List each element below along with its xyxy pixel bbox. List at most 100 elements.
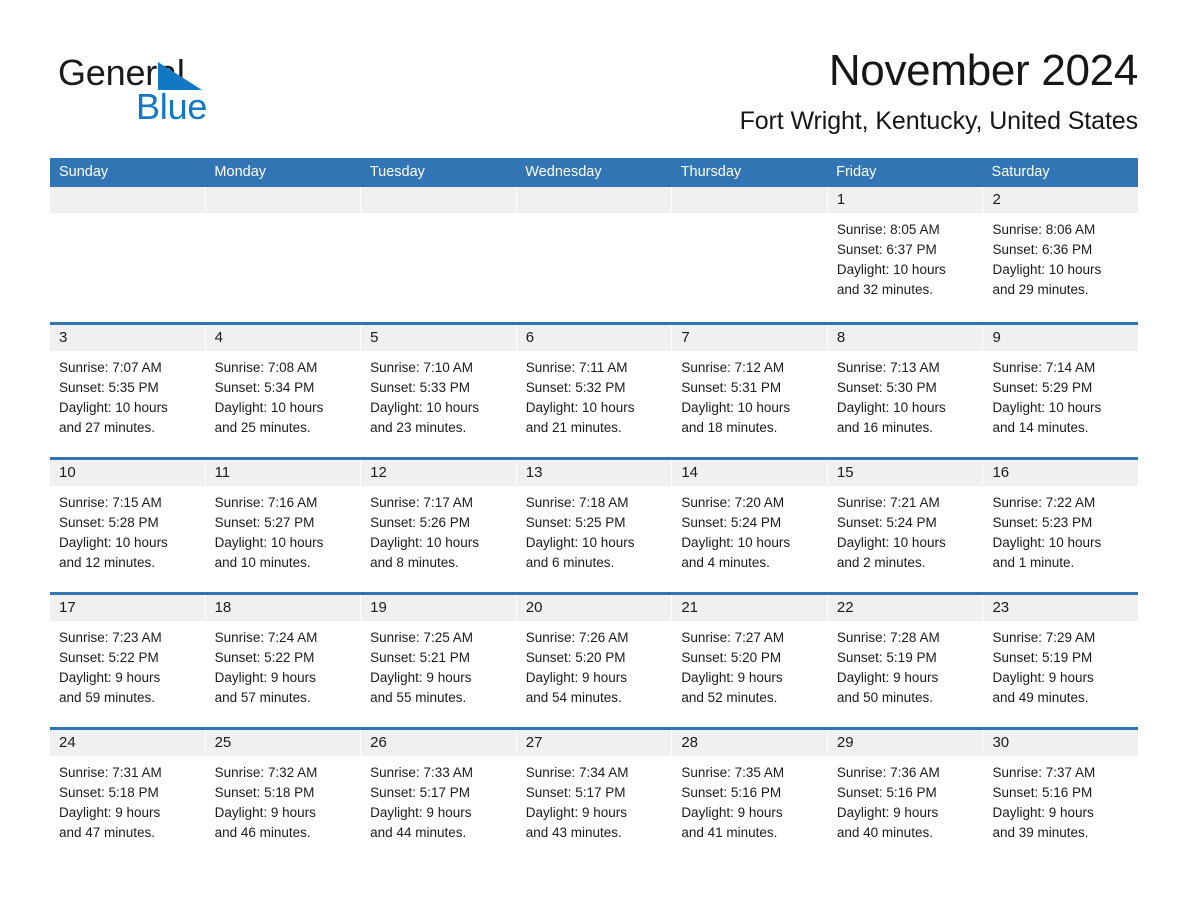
calendar-day-cell[interactable]: 24 Sunrise: 7:31 AM Sunset: 5:18 PM Dayligh… [50,730,206,862]
calendar-day-cell[interactable]: 15 Sunrise: 7:21 AM Sunset: 5:24 PM Dayligh… [827,460,984,592]
calendar-day-cell[interactable]: 20 Sunrise: 7:26 AM Sunset: 5:20 PM Dayligh… [516,595,673,727]
weekday-header-row: Sunday Monday Tuesday Wednesday Thursday… [50,158,1138,187]
weekday-header-monday: Monday [214,164,267,180]
sunrise-text: Sunrise: 7:13 AM [836,360,940,375]
calendar-day-cell[interactable]: 14 Sunrise: 7:20 AM Sunset: 5:24 PM Dayligh… [672,460,828,592]
calendar-week-row: 17 Sunrise: 7:23 AM Sunset: 5:22 PM Dayligh… [50,592,1139,727]
day-details: Sunrise: 7:21 AM Sunset: 5:24 PM Daylight:… [828,486,983,573]
calendar-day-cell[interactable]: 5 Sunrise: 7:10 AM Sunset: 5:33 PM Daylight… [361,325,517,457]
day-number: 28 [672,730,827,756]
calendar-day-cell[interactable]: 10 Sunrise: 7:15 AM Sunset: 5:28 PM Dayligh… [50,460,206,592]
sunrise-text: Sunrise: 7:22 AM [992,495,1096,510]
day-details: Sunrise: 7:33 AM Sunset: 5:17 PM Daylight:… [361,756,516,843]
calendar-day-cell[interactable]: 18 Sunrise: 7:24 AM Sunset: 5:22 PM Dayligh… [205,595,362,727]
calendar-day-cell[interactable]: 17 Sunrise: 7:23 AM Sunset: 5:22 PM Dayligh… [50,595,206,727]
sunset-text: Sunset: 5:16 PM [836,785,937,800]
daylight-text-line2: and 16 minutes. [836,420,933,435]
sunrise-text: Sunrise: 7:32 AM [214,765,318,780]
day-details: Sunrise: 7:18 AM Sunset: 5:25 PM Daylight:… [517,486,672,573]
calendar-day-cell[interactable]: 22 Sunrise: 7:28 AM Sunset: 5:19 PM Dayligh… [827,595,984,727]
daylight-text-line1: Daylight: 9 hours [992,670,1094,685]
day-details: Sunrise: 7:11 AM Sunset: 5:32 PM Daylight:… [517,351,672,438]
calendar-day-cell[interactable]: 4 Sunrise: 7:08 AM Sunset: 5:34 PM Daylight… [205,325,362,457]
calendar-day-cell[interactable]: 29 Sunrise: 7:36 AM Sunset: 5:16 PM Dayligh… [827,730,984,862]
sunrise-text: Sunrise: 7:12 AM [681,360,785,375]
sunrise-text: Sunrise: 7:35 AM [681,765,785,780]
daylight-text-line1: Daylight: 9 hours [681,670,783,685]
sunset-text: Sunset: 5:35 PM [59,380,159,395]
daylight-text-line2: and 50 minutes. [836,690,933,705]
daylight-text-line2: and 4 minutes. [681,555,770,570]
day-number [516,187,672,213]
daylight-text-line2: and 23 minutes. [370,420,467,435]
daylight-text-line2: and 14 minutes. [992,420,1089,435]
day-number: 1 [827,187,983,213]
daylight-text-line1: Daylight: 10 hours [992,535,1102,550]
day-number: 8 [827,325,983,351]
calendar-day-cell[interactable]: 13 Sunrise: 7:18 AM Sunset: 5:25 PM Dayligh… [516,460,673,592]
title-block: November 2024 Fort Wright, Kentucky, Uni… [438,44,1139,138]
daylight-text-line1: Daylight: 10 hours [992,400,1102,415]
day-number: 29 [827,730,983,756]
day-details: Sunrise: 7:26 AM Sunset: 5:20 PM Daylight:… [517,621,672,708]
daylight-text-line2: and 40 minutes. [836,825,933,840]
daylight-text-line1: Daylight: 10 hours [992,262,1102,277]
calendar-day-cell[interactable]: 30 Sunrise: 7:37 AM Sunset: 5:16 PM Dayligh… [983,730,1139,862]
calendar-day-cell[interactable]: 28 Sunrise: 7:35 AM Sunset: 5:16 PM Dayligh… [672,730,828,862]
calendar-day-cell[interactable]: 2 Sunrise: 8:06 AM Sunset: 6:36 PM Daylight… [983,187,1139,322]
calendar-grid: Sunday Monday Tuesday Wednesday Thursday… [50,158,1139,862]
weekday-header-saturday: Saturday [991,164,1050,180]
daylight-text-line2: and 49 minutes. [992,690,1089,705]
sunrise-text: Sunrise: 7:27 AM [681,630,785,645]
sunset-text: Sunset: 5:16 PM [992,785,1093,800]
sunset-text: Sunset: 5:17 PM [525,785,626,800]
sunrise-text: Sunrise: 7:26 AM [525,630,629,645]
sunset-text: Sunset: 5:19 PM [992,650,1093,665]
daylight-text-line1: Daylight: 9 hours [836,805,939,820]
day-number: 9 [983,325,1139,351]
calendar-day-cell[interactable]: 6 Sunrise: 7:11 AM Sunset: 5:32 PM Daylight… [516,325,673,457]
page-header: General Blue November 2024 Fort Wright, … [50,44,1138,148]
calendar-day-cell[interactable]: 8 Sunrise: 7:13 AM Sunset: 5:30 PM Daylight… [827,325,984,457]
day-number: 22 [827,595,983,621]
calendar-day-cell[interactable]: 23 Sunrise: 7:29 AM Sunset: 5:19 PM Dayligh… [983,595,1139,727]
logo-text-blue: Blue [136,86,208,127]
calendar-day-cell[interactable]: 9 Sunrise: 7:14 AM Sunset: 5:29 PM Daylight… [983,325,1139,457]
daylight-text-line2: and 29 minutes. [992,282,1089,297]
calendar-day-cell-empty [50,187,206,322]
calendar-day-cell[interactable]: 12 Sunrise: 7:17 AM Sunset: 5:26 PM Dayligh… [361,460,517,592]
day-details: Sunrise: 7:34 AM Sunset: 5:17 PM Daylight:… [517,756,672,843]
daylight-text-line2: and 2 minutes. [836,555,926,570]
sunrise-text: Sunrise: 7:23 AM [59,630,162,645]
day-number: 5 [361,325,516,351]
daylight-text-line1: Daylight: 9 hours [525,805,628,820]
daylight-text-line2: and 1 minute. [992,555,1075,570]
day-number: 23 [983,595,1139,621]
day-details: Sunrise: 7:10 AM Sunset: 5:33 PM Daylight:… [361,351,516,438]
calendar-day-cell[interactable]: 21 Sunrise: 7:27 AM Sunset: 5:20 PM Dayligh… [672,595,828,727]
daylight-text-line2: and 52 minutes. [681,690,778,705]
day-number: 25 [205,730,361,756]
calendar-day-cell[interactable]: 27 Sunrise: 7:34 AM Sunset: 5:17 PM Dayligh… [516,730,673,862]
calendar-weeks: 1 Sunrise: 8:05 AM Sunset: 6:37 PM Daylight… [50,187,1139,862]
calendar-day-cell[interactable]: 19 Sunrise: 7:25 AM Sunset: 5:21 PM Dayligh… [361,595,517,727]
day-details: Sunrise: 7:32 AM Sunset: 5:18 PM Daylight:… [206,756,361,843]
sunrise-text: Sunrise: 7:08 AM [214,360,318,375]
sunrise-text: Sunrise: 8:05 AM [836,222,940,237]
calendar-day-cell[interactable]: 1 Sunrise: 8:05 AM Sunset: 6:37 PM Daylight… [827,187,984,322]
calendar-day-cell[interactable]: 3 Sunrise: 7:07 AM Sunset: 5:35 PM Daylight… [50,325,206,457]
calendar-day-cell[interactable]: 11 Sunrise: 7:16 AM Sunset: 5:27 PM Dayligh… [205,460,362,592]
daylight-text-line1: Daylight: 10 hours [214,400,324,415]
calendar-day-cell[interactable]: 7 Sunrise: 7:12 AM Sunset: 5:31 PM Daylight… [672,325,828,457]
day-details: Sunrise: 7:13 AM Sunset: 5:30 PM Daylight:… [828,351,983,438]
generalblue-logo[interactable]: General Blue [58,52,358,132]
calendar-day-cell[interactable]: 16 Sunrise: 7:22 AM Sunset: 5:23 PM Dayligh… [983,460,1139,592]
calendar-day-cell[interactable]: 25 Sunrise: 7:32 AM Sunset: 5:18 PM Dayligh… [205,730,362,862]
sunset-text: Sunset: 5:21 PM [370,650,470,665]
sunset-text: Sunset: 5:20 PM [525,650,626,665]
sunset-text: Sunset: 5:28 PM [59,515,159,530]
sunrise-text: Sunrise: 7:28 AM [836,630,940,645]
day-number: 2 [983,187,1139,213]
calendar-day-cell[interactable]: 26 Sunrise: 7:33 AM Sunset: 5:17 PM Dayligh… [361,730,517,862]
day-details: Sunrise: 7:12 AM Sunset: 5:31 PM Daylight:… [672,351,827,438]
